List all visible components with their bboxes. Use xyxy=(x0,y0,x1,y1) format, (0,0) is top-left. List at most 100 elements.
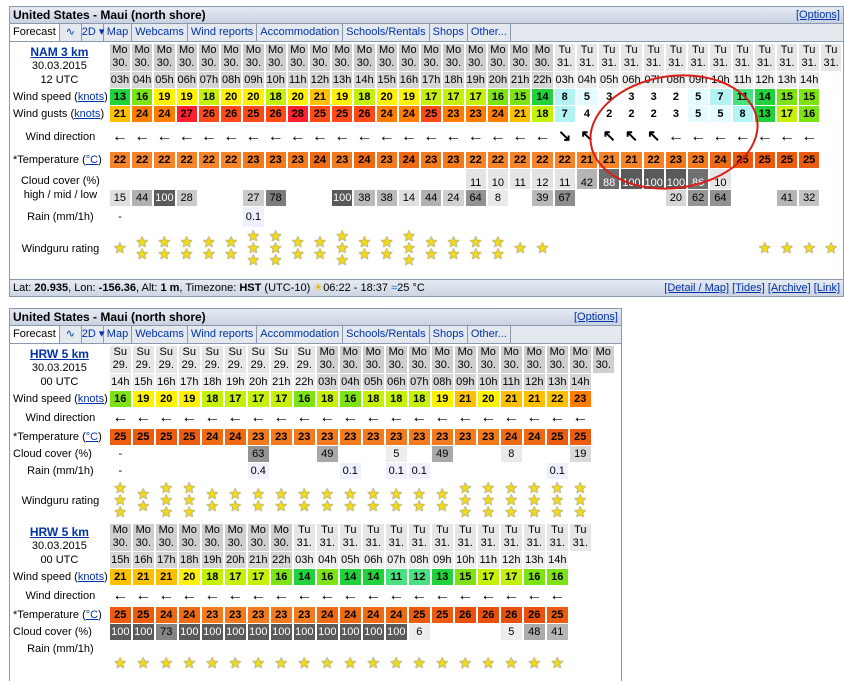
model-name-link[interactable]: HRW 5 km xyxy=(11,347,108,361)
temperature-row-cell: 23 xyxy=(332,152,353,168)
tab-map[interactable]: Map xyxy=(104,326,133,343)
model-header: HRW 5 km 30.03.2015 00 UTC xyxy=(11,524,108,568)
day-cell: Su 29. xyxy=(224,346,246,373)
row-label: Wind speed ( xyxy=(13,91,78,103)
day-name: Mo xyxy=(572,346,588,359)
model-name-link[interactable]: NAM 3 km xyxy=(11,45,108,59)
options-link-2[interactable]: [Options] xyxy=(574,309,618,326)
tab-graph[interactable]: ∿ xyxy=(60,326,82,343)
day-date: 30. xyxy=(526,359,542,372)
arrow-icon: ← xyxy=(311,128,328,145)
tab-shops[interactable]: Shops xyxy=(430,326,468,343)
tab-schools-rentals[interactable]: Schools/Rentals xyxy=(343,24,430,41)
hour-cell: 10h xyxy=(454,551,476,568)
day-name: Tu xyxy=(390,524,403,537)
rain-cell xyxy=(317,463,338,479)
day-date: 29. xyxy=(181,359,197,372)
day-date: 31. xyxy=(668,57,684,70)
tab-shops[interactable]: Shops xyxy=(430,24,468,41)
rating-cell: ★ xyxy=(524,656,545,678)
rating-cell: ★ ★ ★ xyxy=(547,480,568,522)
hour-cell: 12h xyxy=(309,71,331,88)
day-name: Tu xyxy=(669,44,683,57)
wind-speed-row-cell: 19 xyxy=(332,89,353,105)
hour-cell: 19h xyxy=(465,71,486,88)
unit-link[interactable]: knots xyxy=(78,91,104,103)
tab-webcams[interactable]: Webcams xyxy=(132,24,188,41)
archive-link[interactable]: [Archive] xyxy=(768,282,811,294)
star-icon: ★ xyxy=(251,498,265,515)
hour-cell: 05h xyxy=(362,373,384,390)
unit-link[interactable]: °C xyxy=(86,609,98,621)
day-date: 31. xyxy=(503,537,519,550)
arrow-icon: ← xyxy=(156,128,173,145)
unit-link[interactable]: knots xyxy=(74,108,100,120)
arrow-icon: ← xyxy=(572,409,589,426)
rating-cell: ★ ★ xyxy=(133,480,154,522)
tides-link[interactable]: [Tides] xyxy=(732,282,765,294)
star-icon: ★ xyxy=(182,504,196,521)
temperature-row-cell: 22 xyxy=(109,152,131,168)
tab-2d[interactable]: 2D ▾ xyxy=(82,24,104,41)
rating-cell: ★ xyxy=(755,228,775,270)
model-name-link[interactable]: HRW 5 km xyxy=(11,525,108,539)
wind-speed-row-cell: 16 xyxy=(487,89,509,105)
rating-row-3: ★ ★ ★ ★ ★ ★ ★ ★ ★ ★ ★ ★ ★ ★ ★ ★ ★ ★ ★ ★ xyxy=(11,655,591,678)
wind-speed-row-cell: 14 xyxy=(754,89,775,105)
temperature-row-2-cell: 23 xyxy=(477,429,499,445)
tab-accommodation[interactable]: Accommodation xyxy=(257,24,344,41)
day-cell: Tu 31. xyxy=(339,524,361,551)
unit-link[interactable]: knots xyxy=(78,393,104,405)
rain-cell xyxy=(399,207,419,227)
day-name: Tu xyxy=(574,524,587,537)
tab-webcams[interactable]: Webcams xyxy=(132,326,188,343)
arrow-icon: ← xyxy=(204,587,221,604)
tab-map[interactable]: Map xyxy=(104,24,133,41)
unit-link[interactable]: knots xyxy=(78,571,104,583)
rating-cell: ★ xyxy=(133,656,154,678)
day-name: Tu xyxy=(551,524,564,537)
tab-forecast[interactable]: Forecast xyxy=(10,326,60,343)
rain-cell xyxy=(221,207,241,227)
day-name: Tu xyxy=(580,44,594,57)
tab-schools-rentals[interactable]: Schools/Rentals xyxy=(343,326,430,343)
day-name: Mo xyxy=(445,44,462,57)
day-cell: Mo 30. xyxy=(316,346,338,373)
tab-wind-reports[interactable]: Wind reports xyxy=(188,326,258,343)
arrow-icon: ← xyxy=(245,128,262,145)
star-icon: ★ xyxy=(274,655,288,672)
day-date: 30. xyxy=(512,57,528,70)
wind-speed-row-3-cell: 21 xyxy=(155,569,177,585)
cloud-low-cell: 32 xyxy=(799,190,820,206)
link-link[interactable]: [Link] xyxy=(814,282,840,294)
temperature-row-cell: 22 xyxy=(198,152,220,168)
tab-other[interactable]: Other... xyxy=(468,24,511,41)
temperature-row-3-cell: 26 xyxy=(523,607,545,623)
temperature-row-cell: 23 xyxy=(421,152,442,168)
unit-link[interactable]: °C xyxy=(86,431,98,443)
tab-accommodation[interactable]: Accommodation xyxy=(257,326,344,343)
cloud-row-3-cell: 100 xyxy=(316,624,338,640)
day-name: Su xyxy=(113,346,128,359)
tz-offset: (UTC-10) xyxy=(264,282,311,294)
tab-forecast[interactable]: Forecast xyxy=(10,24,60,41)
day-cell: Mo 30. xyxy=(500,346,522,373)
cloud-sub: high / mid / low xyxy=(23,188,98,201)
options-link[interactable]: [Options] xyxy=(796,7,840,24)
unit-link[interactable]: °C xyxy=(86,154,98,166)
tab-graph[interactable]: ∿ xyxy=(60,24,82,41)
wind-speed-row-2-cell: 21 xyxy=(523,391,545,407)
tab-2d[interactable]: 2D ▾ xyxy=(82,326,104,343)
rating-cell: ★ ★ xyxy=(271,480,292,522)
day-cell: Su 29. xyxy=(270,346,292,373)
temperature-row-3-cell: 25 xyxy=(546,607,568,623)
star-icon: ★ xyxy=(113,240,127,257)
day-name: Mo xyxy=(342,346,358,359)
tab-wind-reports[interactable]: Wind reports xyxy=(188,24,258,41)
tab-other[interactable]: Other... xyxy=(468,326,511,343)
temperature-row-2-cell: 25 xyxy=(178,429,200,445)
detail-map-link[interactable]: [Detail / Map] xyxy=(664,282,729,294)
wind-speed-row-3-cell: 16 xyxy=(546,569,568,585)
arrow-icon: ← xyxy=(549,409,566,426)
temperature-row-2-cell: 23 xyxy=(454,429,476,445)
